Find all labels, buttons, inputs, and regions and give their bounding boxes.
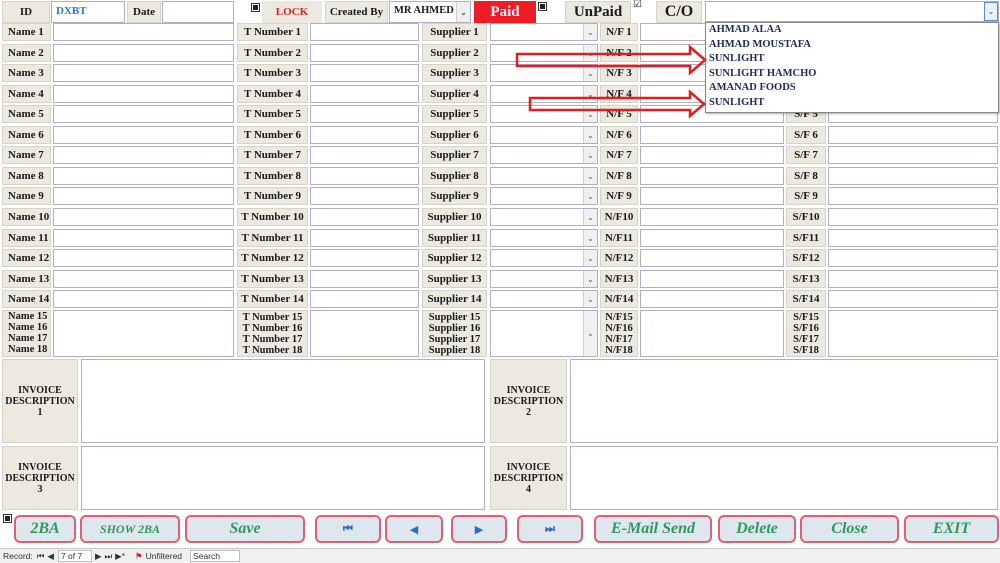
red-arrow-icon <box>528 89 706 119</box>
red-arrow-icon <box>515 44 707 76</box>
annotation-arrows <box>515 44 707 119</box>
